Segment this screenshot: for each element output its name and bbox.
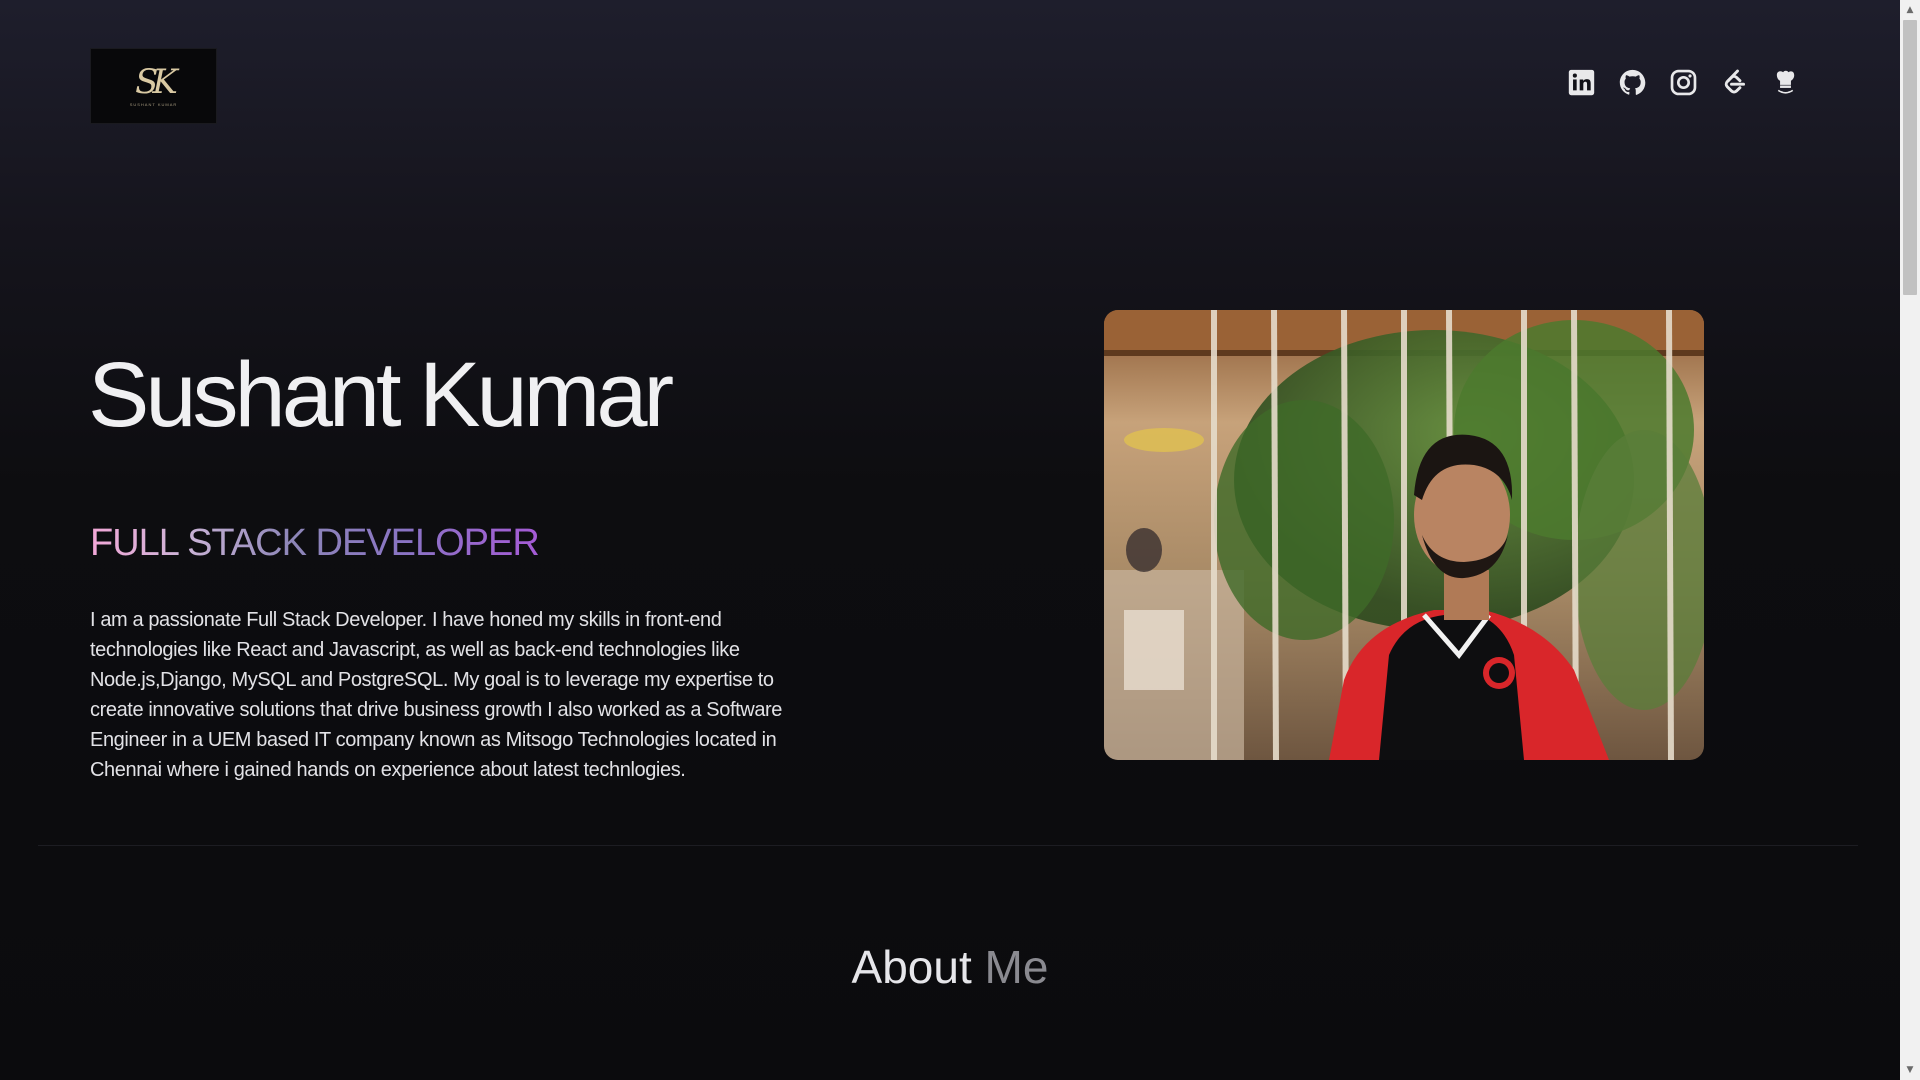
leetcode-icon (1724, 69, 1746, 94)
logo-monogram: SK (135, 62, 178, 102)
hero-bio: I am a passionate Full Stack Developer. … (90, 609, 783, 781)
social-links (1567, 68, 1800, 97)
logo-subtitle: SUSHANT KUMAR (129, 102, 178, 107)
github-link[interactable] (1618, 68, 1647, 97)
site-logo[interactable]: SK SUSHANT KUMAR (90, 48, 217, 124)
leetcode-link[interactable] (1720, 68, 1749, 97)
github-icon (1619, 69, 1646, 95)
about-heading-word2: Me (984, 941, 1049, 993)
about-heading: About Me (0, 940, 1900, 994)
section-divider (38, 845, 1858, 846)
scrollbar-thumb[interactable] (1903, 20, 1917, 295)
hero-name: Sushant Kumar (88, 344, 674, 446)
about-heading-word1: About (851, 941, 972, 993)
instagram-link[interactable] (1669, 68, 1698, 97)
portfolio-page: SK SUSHANT KUMAR Sushant Kumar FULL STAC… (0, 0, 1900, 1080)
profile-photo (1104, 310, 1704, 760)
vertical-scrollbar[interactable]: ▲ ▼ (1900, 0, 1920, 1080)
linkedin-icon (1568, 69, 1595, 96)
scroll-down-icon[interactable]: ▼ (1900, 1061, 1920, 1079)
codechef-link[interactable] (1771, 68, 1800, 97)
scroll-up-icon[interactable]: ▲ (1900, 1, 1920, 19)
linkedin-link[interactable] (1567, 68, 1596, 97)
profile-photo-image (1104, 310, 1704, 760)
instagram-icon (1670, 69, 1697, 96)
codechef-icon (1776, 70, 1795, 94)
hero-role: FULL STACK DEVELOPER (90, 522, 540, 564)
